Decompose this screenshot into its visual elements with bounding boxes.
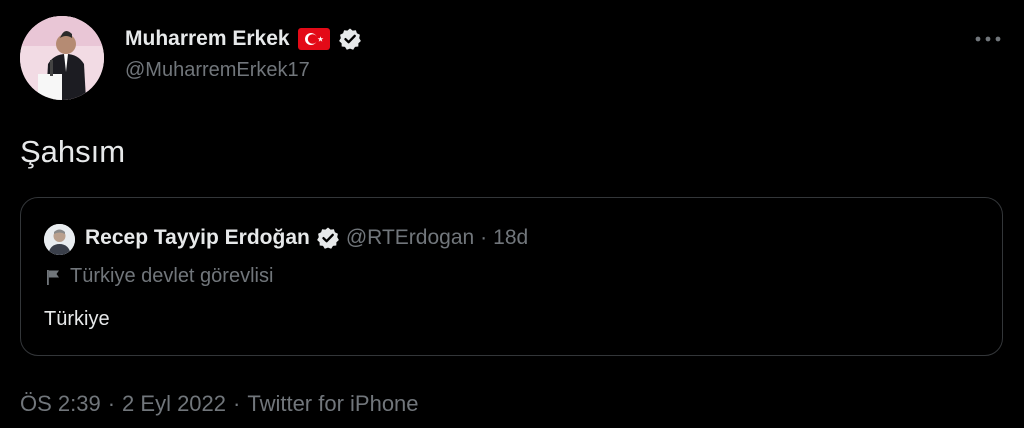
tweet-text: Şahsım [20,134,126,169]
quoted-header: Recep Tayyip Erdoğan @RTErdogan · 18d [85,223,528,253]
more-options-icon [975,29,1001,47]
government-label-text: Türkiye devlet görevlisi [70,265,274,287]
quoted-author-name[interactable]: Recep Tayyip Erdoğan [85,226,310,250]
quoted-author-handle[interactable]: @RTErdogan [346,226,474,250]
author-handle[interactable]: @MuharremErkek17 [125,59,310,82]
quoted-timestamp[interactable]: 18d [493,226,528,250]
tweet: Muharrem Erkek @MuharremErkek17 Şahsım R… [0,0,1024,428]
tweet-source[interactable]: Twitter for iPhone [247,391,418,417]
quoted-tweet-text: Türkiye [44,308,110,330]
verified-badge-icon [316,226,340,250]
tweet-time[interactable]: ÖS 2:39 [20,391,101,417]
separator-dot: · [233,391,241,416]
verified-badge-icon [338,27,362,51]
quoted-author-avatar[interactable] [44,224,75,255]
flag-outline-icon [44,268,62,286]
tweet-meta: ÖS 2:39 · 2 Eyl 2022 · Twitter for iPhon… [20,391,419,417]
separator-dot: · [480,226,488,249]
author-avatar[interactable] [20,16,104,100]
more-options-button[interactable] [968,24,1008,52]
separator-dot: · [107,391,116,416]
author-name[interactable]: Muharrem Erkek [125,27,290,51]
tweet-date[interactable]: 2 Eyl 2022 [122,391,226,417]
author-name-row: Muharrem Erkek [125,24,362,54]
quoted-tweet-card[interactable]: Recep Tayyip Erdoğan @RTErdogan · 18d Tü… [20,197,1003,356]
turkey-flag-icon [297,28,330,50]
government-label: Türkiye devlet görevlisi [44,265,273,288]
